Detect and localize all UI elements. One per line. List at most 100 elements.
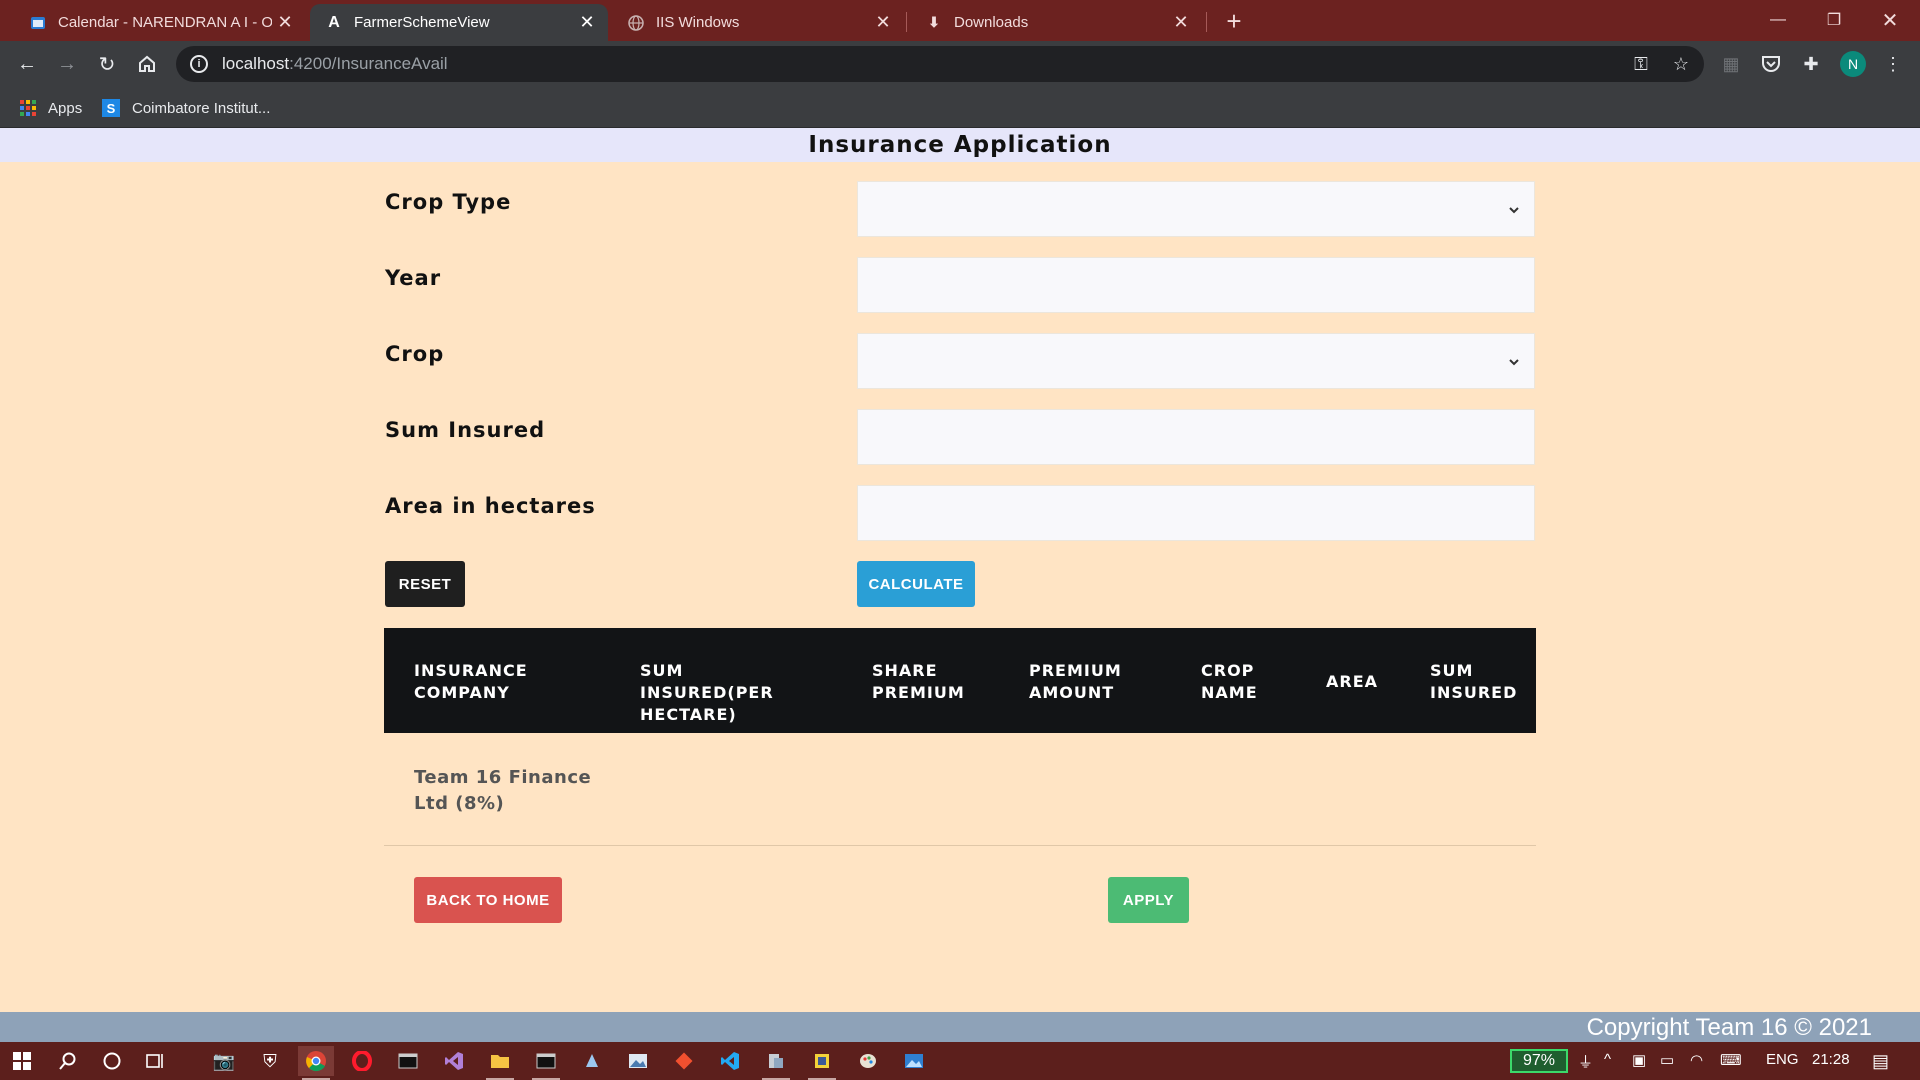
reset-button[interactable]: RESET: [385, 561, 465, 607]
bookmark-label: Apps: [48, 99, 83, 117]
sum-insured-input[interactable]: [858, 410, 1534, 464]
terminal-icon-2[interactable]: [528, 1046, 564, 1080]
extensions-puzzle-icon[interactable]: ✚: [1798, 51, 1824, 77]
close-tab-icon[interactable]: ✕: [870, 10, 896, 36]
menu-kebab-icon[interactable]: ⋮: [1880, 51, 1906, 77]
close-tab-icon[interactable]: ✕: [1168, 10, 1194, 36]
tab-separator: [1206, 12, 1207, 32]
file-explorer-icon[interactable]: [482, 1046, 518, 1080]
outlook-calendar-icon: [30, 15, 46, 31]
insurance-application-page: Insurance Application Crop Type Year Cro…: [0, 128, 1920, 1012]
vscode-icon[interactable]: [712, 1046, 748, 1076]
calculate-button[interactable]: CALCULATE: [857, 561, 975, 607]
sum-insured-label: Sum Insured: [385, 418, 546, 442]
globe-icon: [628, 14, 644, 31]
visual-studio-icon[interactable]: [436, 1046, 472, 1076]
close-tab-icon[interactable]: ✕: [272, 10, 298, 36]
power-plug-icon[interactable]: ⏚: [1578, 1051, 1593, 1072]
bookmark-label: Coimbatore Institut...: [132, 99, 271, 117]
sticky-app-icon[interactable]: [804, 1046, 840, 1080]
forward-arrow-icon[interactable]: →: [52, 49, 82, 79]
tab-title: Calendar - NARENDRAN A I - Ou: [58, 14, 272, 31]
tab-farmerschemeview[interactable]: A FarmerSchemeView ✕: [310, 4, 608, 41]
crop-select[interactable]: [857, 333, 1535, 389]
year-field[interactable]: [857, 257, 1535, 313]
sum-insured-field[interactable]: [857, 409, 1535, 465]
apply-button[interactable]: APPLY: [1108, 877, 1189, 923]
chrome-taskbar-icon[interactable]: [298, 1046, 334, 1080]
s-favicon-icon: S: [102, 99, 120, 117]
tab-iis-windows[interactable]: IIS Windows ✕: [612, 4, 904, 41]
paint-app-icon[interactable]: [850, 1046, 886, 1076]
git-icon[interactable]: [666, 1046, 702, 1076]
tab-title: FarmerSchemeView: [354, 14, 490, 31]
bookmark-apps[interactable]: Apps: [20, 96, 82, 120]
chevron-up-icon[interactable]: ^: [1604, 1051, 1611, 1068]
task-view-icon[interactable]: [138, 1046, 174, 1076]
windows-taskbar: 📷 ⛨ 97% ⏚ ^ ▣ ▭ ◠ ⌨ ENG 21:28 ▤: [0, 1042, 1920, 1080]
notification-icon[interactable]: ▤: [1872, 1051, 1889, 1072]
device-icon[interactable]: ▣: [1632, 1051, 1646, 1069]
battery-icon[interactable]: ▭: [1660, 1051, 1674, 1069]
tab-title: Downloads: [954, 14, 1029, 31]
bookmark-coimbatore[interactable]: S Coimbatore Institut...: [102, 96, 270, 120]
address-bar[interactable]: i localhost:4200/InsuranceAvail: [176, 46, 1704, 82]
area-label: Area in hectares: [385, 494, 596, 518]
terminal-icon[interactable]: [390, 1046, 426, 1076]
profile-avatar[interactable]: N: [1840, 51, 1866, 77]
cortana-icon[interactable]: [94, 1046, 130, 1076]
tab-title: IIS Windows: [656, 14, 740, 31]
password-key-icon[interactable]: ⚿: [1628, 51, 1654, 77]
crop-value[interactable]: [858, 334, 1534, 388]
site-info-icon[interactable]: i: [190, 55, 208, 73]
photos-icon[interactable]: [620, 1046, 656, 1076]
th-sum-insured: SUM INSURED: [1430, 661, 1518, 702]
pocket-icon[interactable]: [1758, 51, 1784, 77]
wifi-icon[interactable]: ◠: [1690, 1051, 1703, 1069]
language-indicator[interactable]: ENG: [1766, 1051, 1799, 1068]
crop-type-select[interactable]: [857, 181, 1535, 237]
image-viewer-icon[interactable]: [896, 1046, 932, 1076]
keyboard-icon[interactable]: ⌨: [1720, 1051, 1742, 1069]
close-window-icon[interactable]: ✕: [1862, 0, 1918, 40]
year-input[interactable]: [858, 258, 1534, 312]
back-arrow-icon[interactable]: ←: [12, 49, 42, 79]
battery-indicator[interactable]: 97%: [1510, 1049, 1568, 1073]
page-title: Insurance Application: [808, 132, 1112, 158]
url-host: localhost: [222, 54, 290, 73]
home-icon[interactable]: [132, 49, 162, 79]
restore-icon[interactable]: ❐: [1806, 0, 1862, 40]
bookmark-star-icon[interactable]: ☆: [1668, 51, 1694, 77]
app-icon-blue[interactable]: [574, 1046, 610, 1076]
year-label: Year: [385, 266, 442, 290]
installer-icon[interactable]: [758, 1046, 794, 1080]
tab-downloads[interactable]: ⬇ Downloads ✕: [910, 4, 1202, 41]
reload-icon[interactable]: ↻: [92, 49, 122, 79]
crop-label: Crop: [385, 342, 445, 366]
th-crop-name: CROP NAME: [1201, 661, 1258, 702]
security-shield-icon[interactable]: ⛨: [252, 1046, 288, 1076]
tab-separator: [906, 12, 907, 32]
clock-time[interactable]: 21:28: [1812, 1051, 1850, 1068]
area-field[interactable]: [857, 485, 1535, 541]
back-to-home-button[interactable]: BACK TO HOME: [414, 877, 562, 923]
windows-start-icon[interactable]: [4, 1046, 40, 1076]
th-area: AREA: [1326, 672, 1379, 691]
tab-calendar[interactable]: Calendar - NARENDRAN A I - Ou ✕: [14, 4, 306, 41]
results-table-header: INSURANCE COMPANY SUM INSURED(PER HECTAR…: [384, 628, 1536, 733]
apps-grid-icon: [20, 100, 36, 116]
page-header: Insurance Application: [0, 128, 1920, 162]
download-icon: ⬇: [928, 14, 940, 30]
search-icon[interactable]: [50, 1046, 86, 1076]
new-tab-plus-icon[interactable]: +: [1220, 6, 1248, 36]
area-input[interactable]: [858, 486, 1534, 540]
close-tab-icon[interactable]: ✕: [574, 10, 600, 36]
crop-type-value[interactable]: [858, 182, 1534, 236]
page-footer: Copyright Team 16 © 2021: [0, 1012, 1920, 1042]
copyright-text: Copyright Team 16 © 2021: [1586, 1014, 1872, 1041]
extension-icon[interactable]: ▦: [1718, 51, 1744, 77]
camera-app-icon[interactable]: 📷: [206, 1046, 242, 1076]
url-text: localhost:4200/InsuranceAvail: [222, 54, 448, 74]
opera-icon[interactable]: [344, 1046, 380, 1076]
minimize-icon[interactable]: —: [1750, 0, 1806, 40]
